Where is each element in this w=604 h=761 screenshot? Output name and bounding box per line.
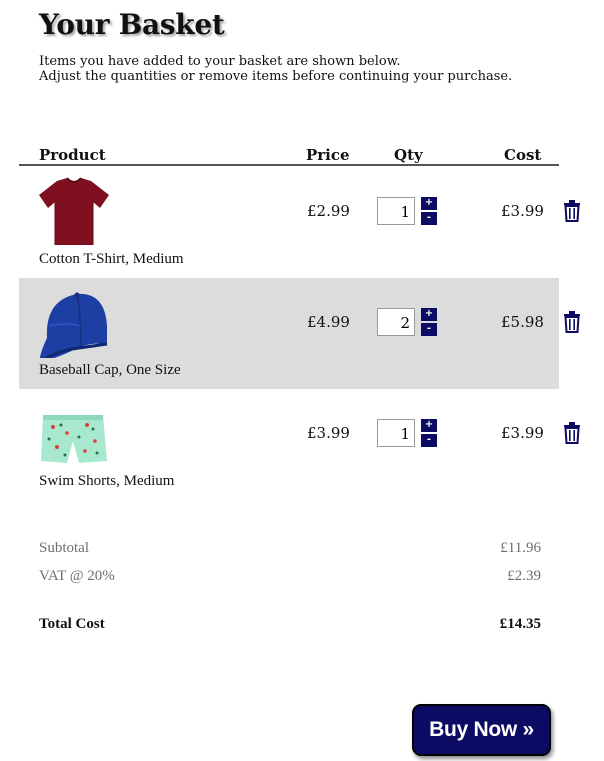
- product-name: Swim Shorts, Medium: [39, 473, 175, 489]
- header-cost: Cost: [504, 146, 542, 164]
- trash-icon[interactable]: [563, 422, 581, 444]
- vat-value: £2.39: [507, 568, 541, 584]
- quantity-increase-button[interactable]: +: [421, 197, 437, 210]
- trash-icon[interactable]: [563, 311, 581, 333]
- product-cost: £3.99: [501, 202, 544, 220]
- basket-row: Swim Shorts, Medium £3.99 + - £3.99: [19, 389, 580, 500]
- quantity-decrease-button[interactable]: -: [421, 212, 437, 225]
- product-cost: £3.99: [501, 424, 544, 442]
- basket-row: Cotton T-Shirt, Medium £2.99 + - £3.99: [19, 167, 580, 278]
- quantity-decrease-button[interactable]: -: [421, 434, 437, 447]
- total-cost-label: Total Cost: [39, 616, 105, 632]
- subtotal-label: Subtotal: [39, 540, 90, 556]
- header-product: Product: [39, 146, 106, 164]
- quantity-decrease-button[interactable]: -: [421, 323, 437, 336]
- product-price: £3.99: [307, 424, 350, 442]
- tshirt-image: [39, 177, 109, 245]
- basket-table-header: Product Price Qty Cost: [19, 144, 559, 166]
- quantity-input[interactable]: [377, 419, 415, 447]
- header-qty: Qty: [394, 146, 423, 164]
- quantity-input[interactable]: [377, 308, 415, 336]
- total-cost-value: £14.35: [499, 616, 541, 632]
- page-title: Your Basket: [39, 8, 225, 41]
- baseball-cap-image: [39, 292, 108, 358]
- product-name: Baseball Cap, One Size: [39, 362, 181, 378]
- intro-line-1: Items you have added to your basket are …: [39, 54, 401, 69]
- subtotal-value: £11.96: [500, 540, 541, 556]
- vat-label: VAT @ 20%: [39, 568, 115, 584]
- product-name: Cotton T-Shirt, Medium: [39, 251, 184, 267]
- product-cost: £5.98: [501, 313, 544, 331]
- quantity-increase-button[interactable]: +: [421, 308, 437, 321]
- intro-text: Items you have added to your basket are …: [39, 54, 512, 84]
- basket-row: Baseball Cap, One Size £4.99 + - £5.98: [19, 278, 580, 389]
- header-price: Price: [306, 146, 350, 164]
- product-price: £4.99: [307, 313, 350, 331]
- product-price: £2.99: [307, 202, 350, 220]
- quantity-increase-button[interactable]: +: [421, 419, 437, 432]
- intro-line-2: Adjust the quantities or remove items be…: [39, 69, 513, 84]
- swim-shorts-image: [41, 415, 107, 463]
- buy-now-button[interactable]: Buy Now »: [412, 704, 551, 756]
- trash-icon[interactable]: [563, 200, 581, 222]
- quantity-input[interactable]: [377, 197, 415, 225]
